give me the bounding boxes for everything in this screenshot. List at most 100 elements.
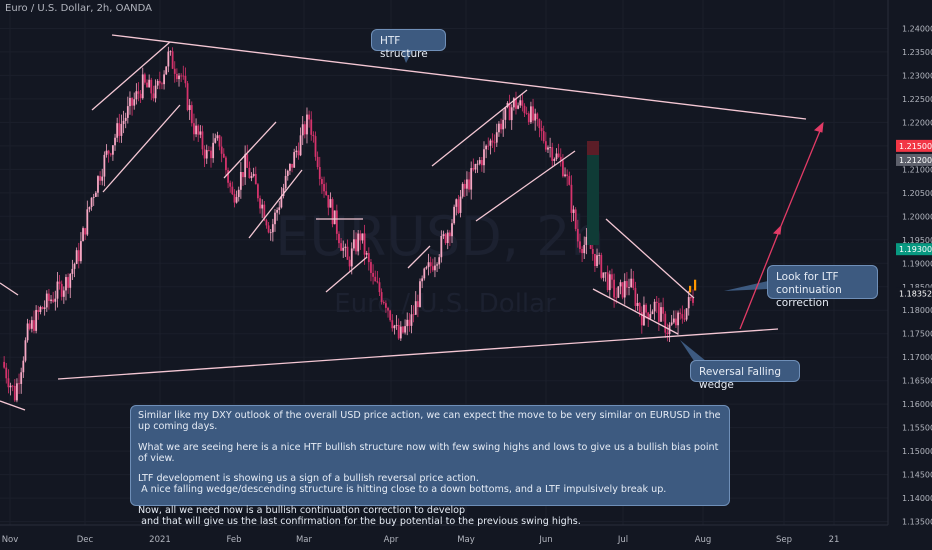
- candle-body: [628, 287, 630, 288]
- candle-body: [472, 168, 475, 170]
- candle-body: [457, 199, 460, 213]
- candle-body: [175, 73, 178, 80]
- candle-body: [220, 146, 223, 154]
- candle-body: [440, 236, 443, 258]
- candle-body: [195, 125, 197, 135]
- candle: [617, 286, 620, 299]
- candle-body: [685, 308, 688, 320]
- candle-body: [212, 142, 215, 159]
- candle-body: [504, 106, 507, 120]
- watermark-name: Euro / U.S. Dollar: [334, 289, 556, 319]
- candle-body: [114, 137, 116, 146]
- candle-body: [406, 319, 409, 327]
- candle-body: [216, 135, 219, 139]
- candle-body: [327, 195, 330, 208]
- candle-body: [129, 97, 131, 107]
- time-tick-label: Mar: [296, 535, 313, 545]
- candle-body: [99, 176, 102, 181]
- candle: [333, 210, 336, 225]
- candle-body: [56, 281, 59, 299]
- candle-body: [16, 383, 18, 401]
- candle-body: [419, 281, 421, 308]
- candle-body: [310, 119, 313, 135]
- time-tick-label: Apr: [384, 535, 399, 545]
- candle-body: [101, 176, 104, 181]
- candle-body: [289, 163, 291, 171]
- candle-body: [146, 82, 148, 88]
- candle-body: [338, 233, 340, 244]
- candle-body-highlight: [689, 285, 692, 293]
- candle-body: [495, 132, 498, 143]
- candle-body: [252, 173, 255, 176]
- candle-body: [508, 102, 511, 121]
- candle-body: [28, 323, 31, 329]
- callout-falling-wedge: Reversal Falling wedge: [690, 360, 800, 391]
- candle-body: [466, 179, 468, 189]
- candle-body: [576, 228, 579, 242]
- candle-body: [621, 282, 624, 298]
- candle-body: [414, 301, 417, 315]
- candle-body: [538, 119, 541, 129]
- candle-body: [404, 326, 406, 333]
- candle-body: [150, 79, 153, 94]
- candle-body: [48, 293, 50, 301]
- candle-body: [71, 268, 74, 274]
- candle-body: [139, 93, 142, 99]
- candle-body: [660, 307, 662, 322]
- candle-body: [184, 75, 187, 84]
- candle-body: [352, 239, 355, 249]
- candle-body: [9, 385, 12, 388]
- candle-body: [323, 184, 325, 192]
- candle-body: [112, 145, 114, 155]
- price-tick-label: 1.20000: [902, 212, 932, 221]
- candle-body: [22, 360, 25, 373]
- candle-body: [335, 210, 338, 234]
- candle-body: [141, 74, 144, 99]
- candle-body: [384, 303, 387, 308]
- candle-body: [340, 243, 343, 251]
- candle-body: [393, 325, 396, 329]
- candle-body: [154, 85, 157, 99]
- candle-body: [453, 206, 456, 224]
- price-tick-label: 1.24000: [902, 24, 932, 33]
- candle: [190, 101, 193, 127]
- price-tick-label: 1.20500: [902, 189, 932, 198]
- candle-body: [423, 268, 426, 279]
- candle-body: [636, 302, 639, 306]
- price-tag-label: 1.18352: [899, 290, 932, 299]
- candle-body: [367, 253, 370, 263]
- position-stop-zone: [587, 141, 599, 155]
- candle-body: [359, 233, 362, 241]
- candle-body: [133, 99, 136, 106]
- candle-body: [348, 259, 351, 267]
- candle-body: [487, 145, 490, 147]
- candle-body: [470, 168, 473, 190]
- candle-body: [86, 209, 89, 235]
- candle-body: [681, 314, 684, 319]
- candle-body: [438, 257, 441, 265]
- price-tag: 1.19300: [896, 243, 932, 256]
- candle-body: [333, 210, 336, 225]
- candle-body: [540, 128, 543, 132]
- candle-body: [244, 154, 247, 178]
- candle-body: [649, 314, 652, 319]
- candle-body: [544, 141, 547, 150]
- candle-body: [276, 210, 279, 213]
- candle-body: [286, 170, 289, 176]
- candle-body: [613, 279, 615, 298]
- candle-body: [178, 75, 180, 80]
- candle-body: [553, 158, 556, 161]
- candle-body: [355, 239, 357, 252]
- candle-body: [372, 272, 374, 277]
- candle-body: [250, 175, 253, 179]
- candle-body: [167, 51, 170, 67]
- candle-body: [50, 299, 52, 301]
- candle-body: [679, 312, 682, 315]
- price-tick-label: 1.23500: [902, 48, 932, 57]
- candle-body: [525, 113, 528, 114]
- candle: [389, 309, 392, 322]
- candle-body: [555, 153, 558, 159]
- candle-body: [547, 147, 549, 150]
- price-tag-label: 1.21200: [899, 156, 932, 165]
- candle-body: [551, 147, 554, 161]
